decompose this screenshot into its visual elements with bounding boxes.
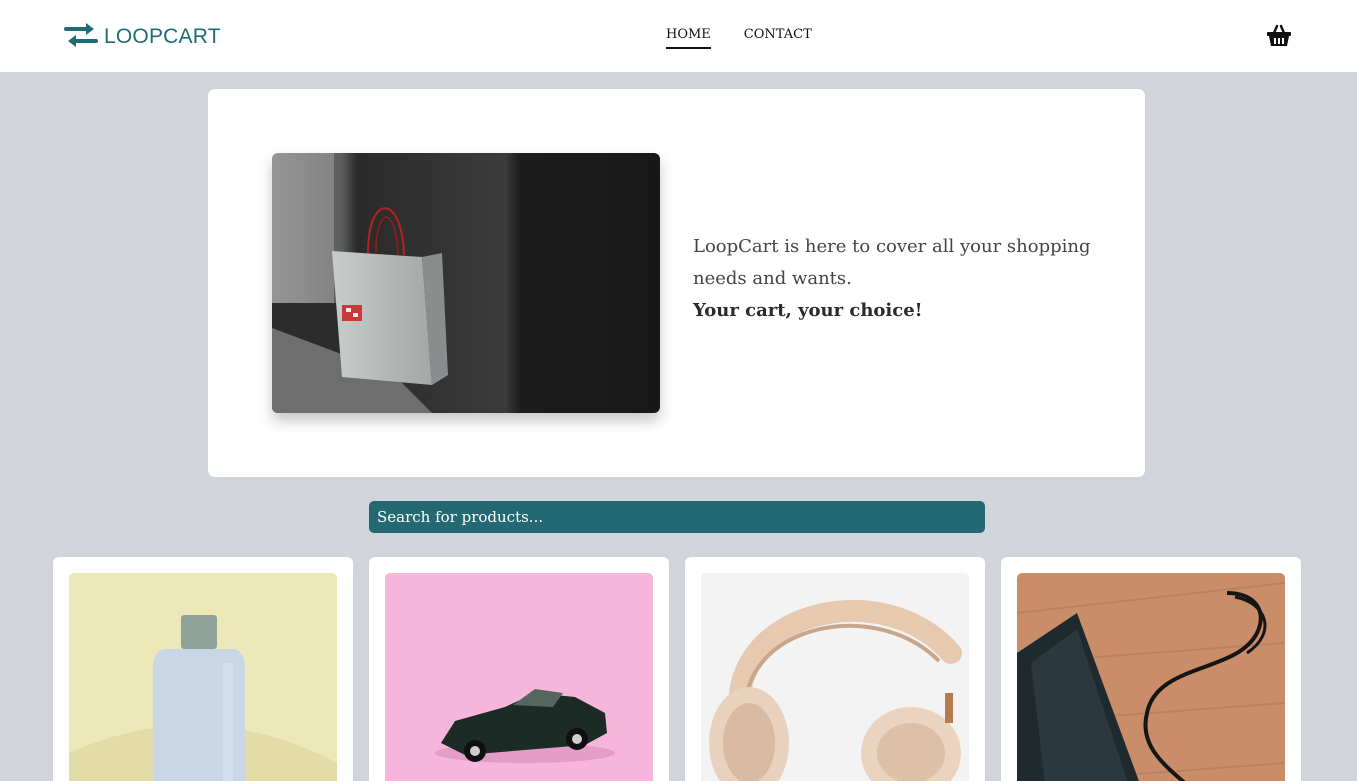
hero-tagline: Your cart, your choice! [693,300,923,321]
hero-shopping-bag-image [272,153,660,413]
product-image [1017,573,1285,781]
product-card[interactable] [1001,557,1301,781]
product-image [701,573,969,781]
nav-contact-link[interactable]: CONTACT [744,27,812,49]
search-input[interactable] [369,501,985,533]
logo-text: LOOPCART [104,25,221,48]
nav-home-link[interactable]: HOME [666,27,711,49]
product-card[interactable] [685,557,985,781]
main-nav: HOME CONTACT [666,27,812,49]
loop-arrows-icon [62,21,100,53]
product-card[interactable] [53,557,353,781]
hero-card: LoopCart is here to cover all your shopp… [208,89,1145,477]
product-image [385,573,653,781]
logo[interactable]: LOOPCART [62,21,221,53]
product-card[interactable] [369,557,669,781]
hero-text: LoopCart is here to cover all your shopp… [693,236,1091,289]
site-header: LOOPCART HOME CONTACT [0,0,1357,72]
basket-icon [1266,24,1292,52]
hero-description: LoopCart is here to cover all your shopp… [693,231,1093,327]
product-image [69,573,337,781]
cart-button[interactable] [1266,24,1292,52]
